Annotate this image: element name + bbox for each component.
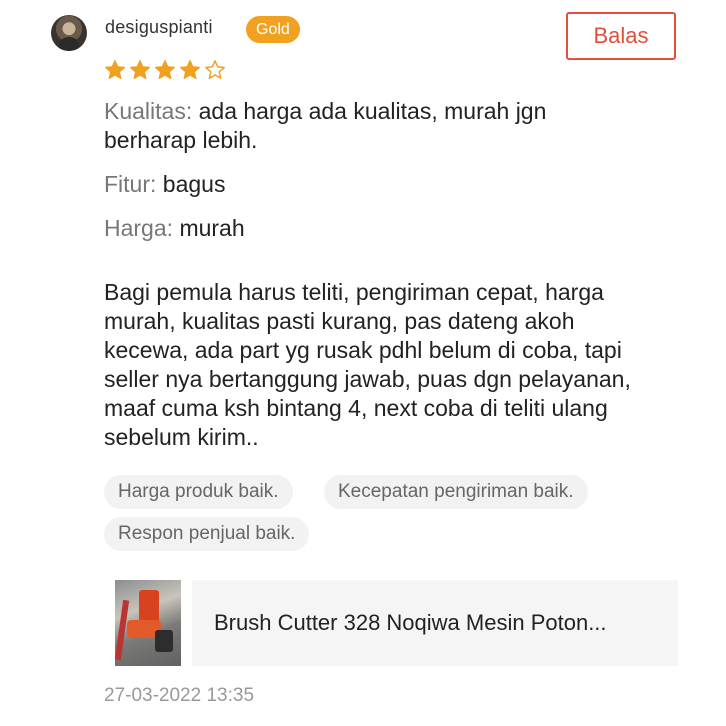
star-filled-icon (105, 60, 125, 79)
star-filled-icon (130, 60, 150, 79)
attribute-feature: Fitur: bagus (104, 170, 225, 199)
attribute-price-value: murah (179, 215, 245, 241)
star-filled-icon (155, 60, 175, 79)
tag-harga[interactable]: Harga produk baik. (104, 475, 293, 509)
attribute-quality-label: Kualitas: (104, 98, 193, 124)
product-thumbnail[interactable] (115, 580, 181, 666)
reply-button[interactable]: Balas (566, 12, 676, 60)
tag-pengiriman[interactable]: Kecepatan pengiriman baik. (324, 475, 588, 509)
attribute-price: Harga: murah (104, 214, 245, 243)
attribute-feature-label: Fitur: (104, 171, 157, 197)
avatar[interactable] (51, 15, 87, 51)
review-text: Bagi pemula harus teliti, pengiriman cep… (104, 279, 631, 450)
product-title: Brush Cutter 328 Noqiwa Mesin Poton... (214, 610, 607, 635)
product-link[interactable]: Brush Cutter 328 Noqiwa Mesin Poton... (192, 580, 678, 666)
star-empty-icon (205, 60, 225, 79)
star-filled-icon (180, 60, 200, 79)
attribute-feature-value: bagus (162, 171, 226, 197)
attribute-price-label: Harga: (104, 215, 174, 241)
tag-respon[interactable]: Respon penjual baik. (104, 517, 310, 551)
username[interactable]: desiguspianti (105, 17, 213, 38)
review-timestamp: 27-03-2022 13:35 (104, 685, 255, 706)
gold-badge: Gold (246, 16, 300, 43)
rating-stars (104, 59, 226, 81)
attribute-quality: Kualitas: ada harga ada kualitas, murah … (104, 97, 546, 155)
